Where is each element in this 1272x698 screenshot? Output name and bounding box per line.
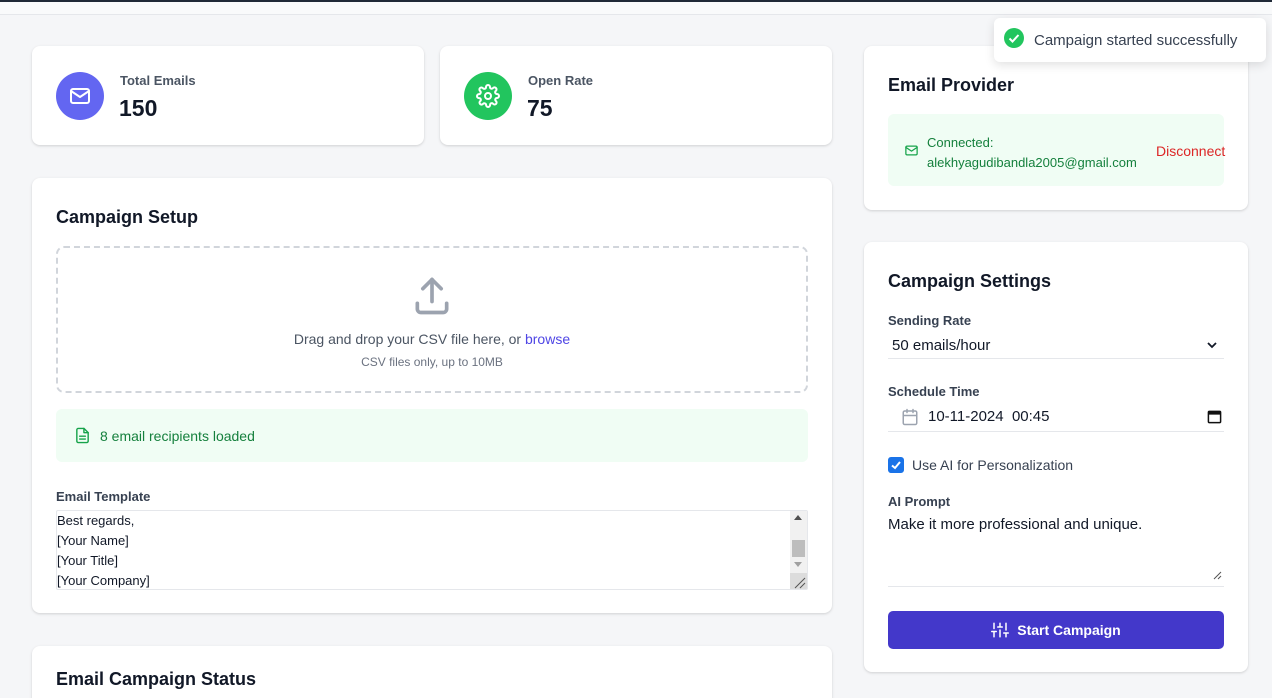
campaign-setup-card: Campaign Setup Drag and drop your CSV fi…: [32, 178, 832, 613]
chevron-down-icon: [1206, 333, 1218, 368]
sending-rate-select[interactable]: 50 emails/hour: [888, 333, 1224, 359]
upload-icon: [410, 274, 454, 323]
campaign-setup-title: Campaign Setup: [56, 207, 199, 227]
campaign-status-card: Email Campaign Status: [32, 646, 832, 698]
campaign-settings-title: Campaign Settings: [888, 271, 1052, 291]
use-ai-label: Use AI for Personalization: [912, 457, 1074, 473]
success-toast: Campaign started successfully: [994, 18, 1266, 62]
recipients-loaded-text: 8 email recipients loaded: [100, 427, 255, 444]
connected-banner: Connected: alekhyagudibandla2005@gmail.c…: [888, 114, 1225, 186]
total-emails-value: 150: [119, 95, 158, 121]
total-emails-label: Total Emails: [120, 73, 196, 88]
drop-subtext: CSV files only, up to 10MB: [361, 355, 503, 369]
connected-info: Connected: alekhyagudibandla2005@gmail.c…: [927, 133, 1137, 173]
scroll-up-icon[interactable]: [794, 515, 802, 520]
email-provider-title: Email Provider: [888, 75, 1015, 95]
open-rate-label: Open Rate: [528, 73, 594, 88]
start-campaign-button[interactable]: Start Campaign: [888, 611, 1224, 649]
email-template-textarea[interactable]: Best regards, [Your Name] [Your Title] […: [56, 510, 808, 590]
email-template-label: Email Template: [56, 489, 151, 504]
resize-grip-icon[interactable]: [1213, 567, 1222, 584]
connected-email: alekhyagudibandla2005@gmail.com: [927, 155, 1137, 170]
check-circle-icon: [1004, 28, 1024, 52]
disconnect-button[interactable]: Disconnect: [1156, 143, 1225, 159]
schedule-time-value: 10-11-2024 00:45: [928, 408, 1050, 425]
connected-label: Connected:: [927, 135, 994, 150]
start-campaign-label: Start Campaign: [1017, 622, 1121, 638]
scroll-thumb[interactable]: [792, 540, 805, 557]
schedule-time-input[interactable]: 10-11-2024 00:45: [888, 404, 1224, 432]
ai-prompt-label: AI Prompt: [888, 494, 951, 509]
drop-instruction: Drag and drop your CSV file here, or: [293, 331, 525, 347]
use-ai-checkbox[interactable]: [888, 457, 904, 473]
sending-rate-label: Sending Rate: [888, 313, 972, 328]
campaign-settings-card: Campaign Settings Sending Rate 50 emails…: [864, 242, 1248, 672]
template-line: [Your Name]: [57, 533, 129, 548]
sliders-icon: [991, 622, 1010, 638]
toast-message: Campaign started successfully: [1034, 31, 1238, 49]
calendar-picker-icon[interactable]: [1207, 409, 1222, 428]
campaign-status-title: Email Campaign Status: [56, 669, 257, 689]
browse-link[interactable]: browse: [525, 331, 570, 347]
resize-grip-icon[interactable]: [790, 573, 807, 589]
template-line: [Your Company]: [57, 573, 150, 588]
ai-prompt-value: Make it more professional and unique.: [888, 516, 1143, 533]
schedule-time-label: Schedule Time: [888, 384, 980, 399]
file-text-icon: [76, 427, 89, 444]
open-rate-value: 75: [527, 95, 553, 121]
template-line: [Your Title]: [57, 553, 118, 568]
open-rate-card: Open Rate 75: [440, 46, 832, 145]
sending-rate-value: 50 emails/hour: [892, 337, 991, 354]
csv-dropzone[interactable]: Drag and drop your CSV file here, or bro…: [56, 246, 808, 393]
drop-text: Drag and drop your CSV file here, or bro…: [58, 331, 806, 347]
recipients-loaded-banner: 8 email recipients loaded: [56, 409, 808, 462]
calendar-icon: [901, 408, 919, 430]
ai-prompt-textarea[interactable]: Make it more professional and unique.: [888, 516, 1224, 587]
scroll-down-icon[interactable]: [794, 562, 802, 567]
email-provider-card: Email Provider Connected: alekhyagudiban…: [864, 46, 1248, 210]
mail-icon: [905, 145, 918, 156]
total-emails-card: Total Emails 150: [32, 46, 424, 145]
template-line: Best regards,: [57, 513, 135, 528]
mail-icon: [56, 72, 104, 120]
top-bar: [0, 2, 1272, 15]
gear-icon: [464, 72, 512, 120]
